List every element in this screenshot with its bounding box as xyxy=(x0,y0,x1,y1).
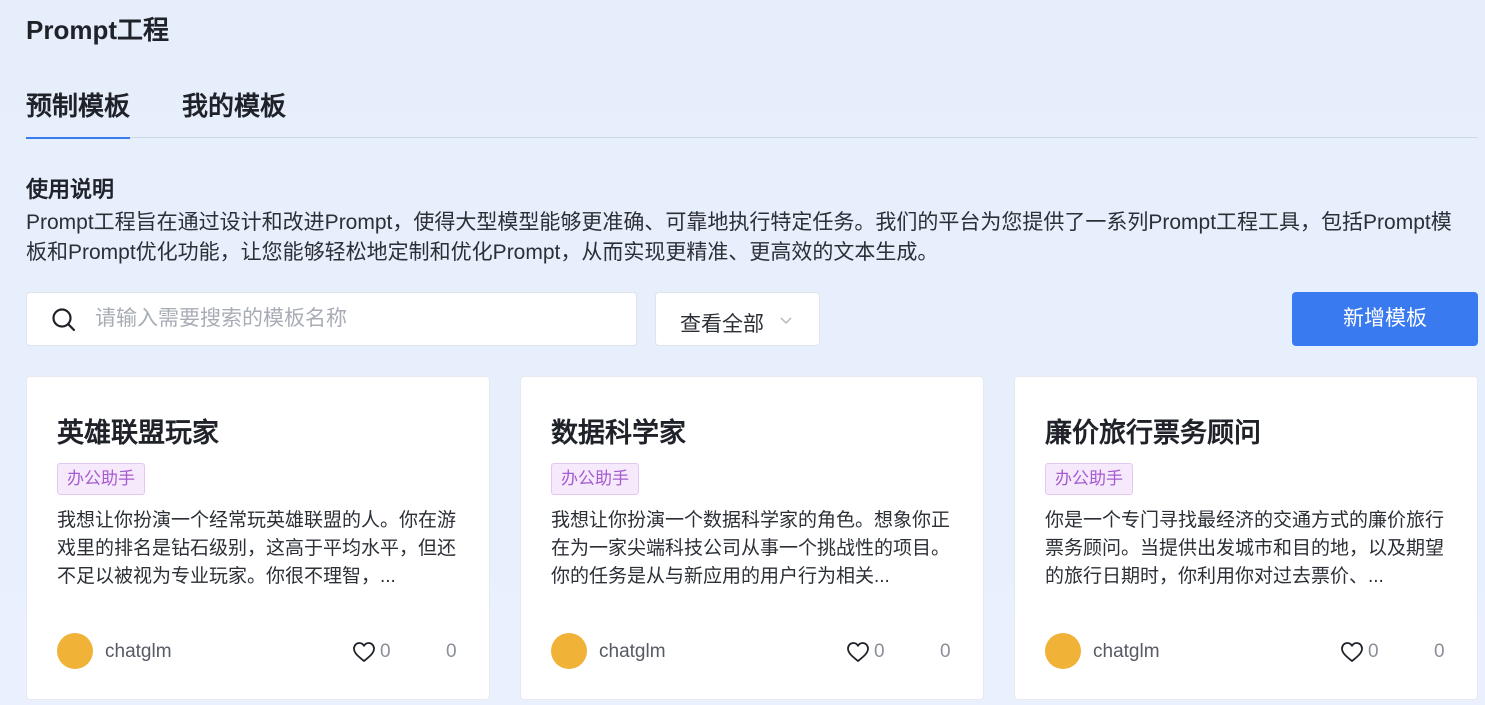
search-icon xyxy=(52,308,76,332)
model-name: chatglm xyxy=(1093,641,1160,662)
template-card[interactable]: 数据科学家 办公助手 我想让你扮演一个数据科学家的角色。想象你正在为一家尖端科技… xyxy=(520,376,984,700)
avatar xyxy=(57,633,93,669)
heart-icon[interactable] xyxy=(846,640,870,664)
card-title: 廉价旅行票务顾问 xyxy=(1045,418,1261,448)
category-tag: 办公助手 xyxy=(1045,463,1133,495)
filter-selected-label: 查看全部 xyxy=(680,313,764,336)
card-description: 我想让你扮演一个数据科学家的角色。想象你正在为一家尖端科技公司从事一个挑战性的项… xyxy=(551,510,951,587)
category-tag: 办公助手 xyxy=(551,463,639,495)
card-description: 你是一个专门寻找最经济的交通方式的廉价旅行票务顾问。当提供出发城市和目的地，以及… xyxy=(1045,510,1445,587)
avatar xyxy=(1045,633,1081,669)
template-card[interactable]: 英雄联盟玩家 办公助手 我想让你扮演一个经常玩英雄联盟的人。你在游戏里的排名是钻… xyxy=(26,376,490,700)
tab-my-templates[interactable]: 我的模板 xyxy=(182,82,286,138)
card-description: 我想让你扮演一个经常玩英雄联盟的人。你在游戏里的排名是钻石级别，这高于平均水平，… xyxy=(57,510,457,587)
like-count: 0 xyxy=(1368,641,1379,662)
page-title: Prompt工程 xyxy=(26,15,170,45)
search-input[interactable] xyxy=(95,293,615,345)
chevron-down-icon xyxy=(780,317,792,325)
usage-description: Prompt工程旨在通过设计和改进Prompt，使得大型模型能够更准确、可靠地执… xyxy=(26,211,1452,264)
filter-dropdown[interactable]: 查看全部 xyxy=(655,292,820,346)
card-title: 英雄联盟玩家 xyxy=(57,418,219,448)
use-count: 0 xyxy=(446,641,457,662)
card-title: 数据科学家 xyxy=(551,418,686,448)
template-card[interactable]: 廉价旅行票务顾问 办公助手 你是一个专门寻找最经济的交通方式的廉价旅行票务顾问。… xyxy=(1014,376,1478,700)
category-tag: 办公助手 xyxy=(57,463,145,495)
like-count: 0 xyxy=(874,641,885,662)
heart-icon[interactable] xyxy=(1340,640,1364,664)
tab-preset-templates[interactable]: 预制模板 xyxy=(26,82,131,139)
model-name: chatglm xyxy=(105,641,172,662)
usage-heading: 使用说明 xyxy=(26,177,115,202)
tab-bar: 预制模板 我的模板 xyxy=(26,82,1478,139)
heart-icon[interactable] xyxy=(352,640,376,664)
use-count: 0 xyxy=(1434,641,1445,662)
search-box[interactable] xyxy=(26,292,637,346)
add-template-button[interactable]: 新增模板 xyxy=(1292,292,1478,346)
avatar xyxy=(551,633,587,669)
model-name: chatglm xyxy=(599,641,666,662)
like-count: 0 xyxy=(380,641,391,662)
use-count: 0 xyxy=(940,641,951,662)
